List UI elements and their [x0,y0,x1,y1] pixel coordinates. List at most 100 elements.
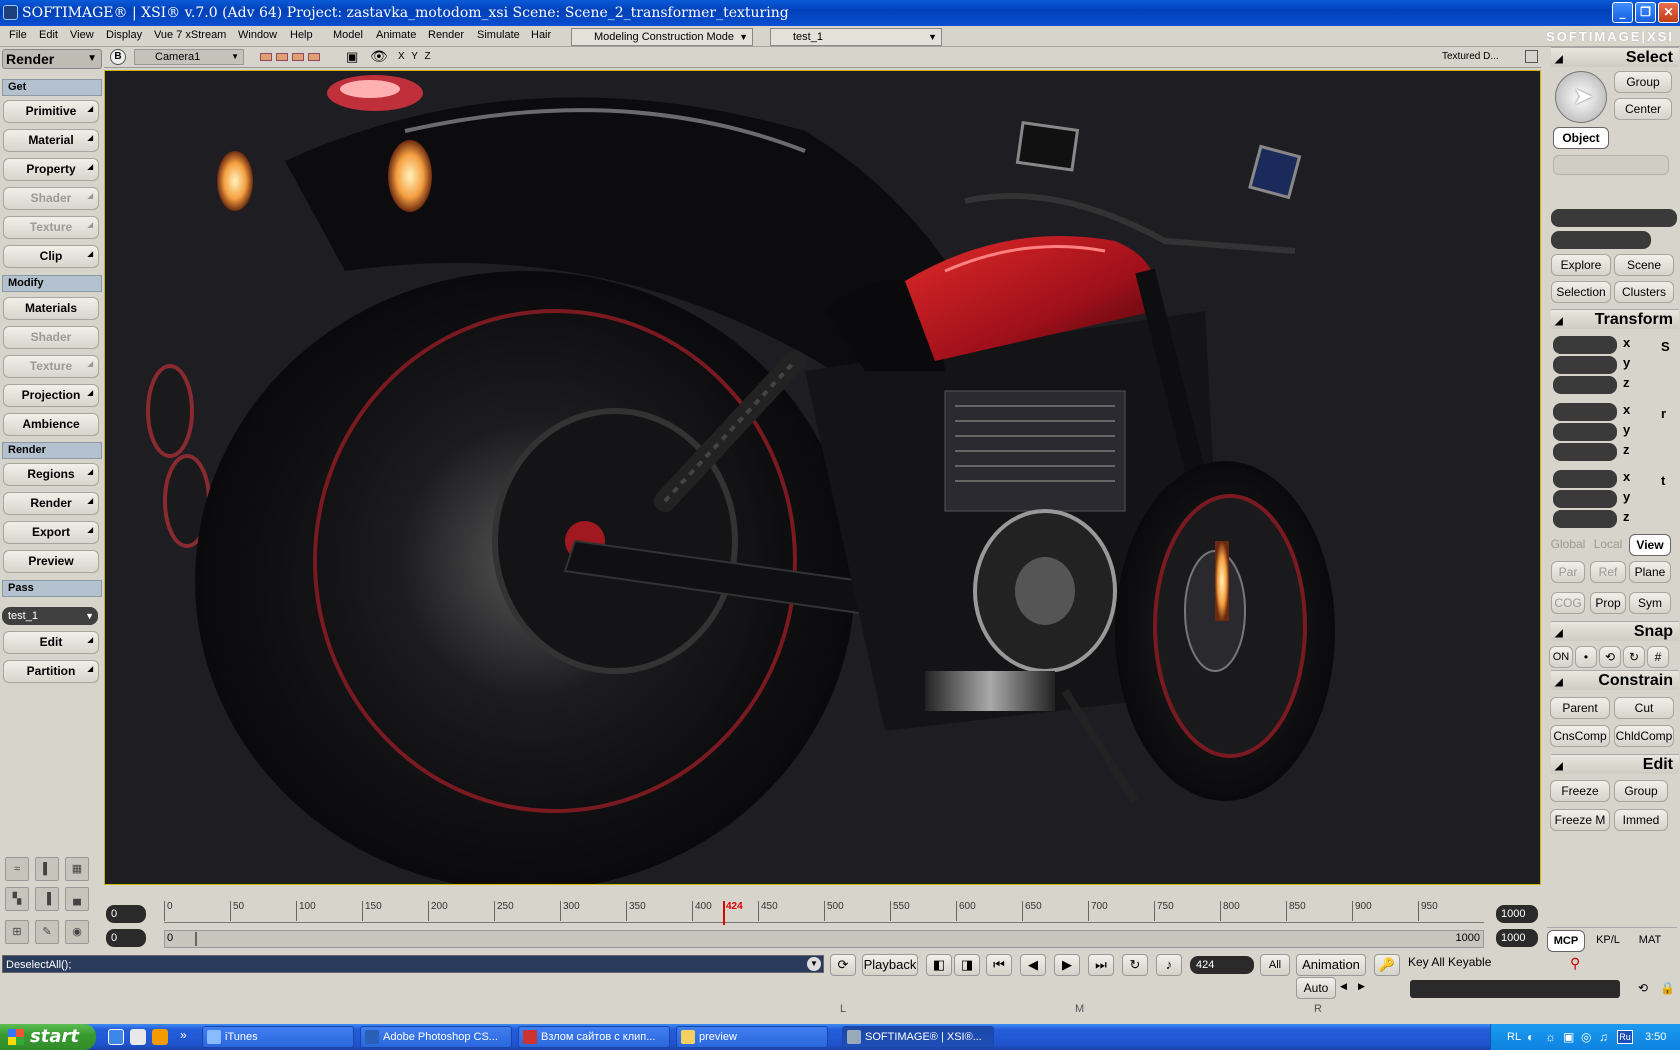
timeline-end2-field[interactable]: 1000 [1496,929,1538,947]
chevron-down-icon[interactable]: ▼ [807,957,821,971]
start-button[interactable]: start [0,1024,96,1050]
menu-model[interactable]: Model [333,29,363,41]
animation-menu[interactable]: Animation [1296,954,1366,976]
snap-on-button[interactable]: ON [1549,646,1573,668]
tray-icon[interactable]: ☼ [1545,1024,1556,1050]
restore-button[interactable]: ❐ [1635,2,1656,23]
last-frame-icon[interactable]: ⏭ [1088,954,1114,976]
current-frame-marker[interactable]: 424 [723,901,743,925]
lang-indicator[interactable]: RL [1507,1024,1521,1050]
tool-wrench-icon[interactable]: ✎ [35,920,59,944]
explore-button[interactable]: Explore [1551,254,1611,276]
menu-view[interactable]: View [70,29,94,41]
view-toggle-icon[interactable] [292,53,304,61]
menu-simulate[interactable]: Simulate [477,29,520,41]
cnscomp-button[interactable]: CnsComp [1550,725,1610,747]
snap-grid-icon[interactable]: # [1647,646,1669,668]
freeze-button[interactable]: Freeze [1550,780,1610,802]
select-arrow-icon[interactable]: ➤ [1555,71,1607,123]
freeze-m-button[interactable]: Freeze M [1550,809,1610,831]
layout-corner-icon[interactable]: ▚ [5,887,29,911]
select-header[interactable]: ◢ Select [1551,47,1679,67]
material-button[interactable]: Material ◢ [3,129,99,152]
viewport[interactable]: ▼ ✕ [104,70,1541,885]
snap-header[interactable]: ◢ Snap [1551,621,1679,641]
section-modify[interactable]: Modify [2,275,102,292]
scale-label[interactable]: S [1661,339,1670,354]
pass-edit-button[interactable]: Edit ◢ [3,631,99,654]
pass-selector[interactable]: test_1 ▼ [2,607,98,625]
refresh-icon[interactable]: ⟲ [1638,981,1648,995]
timeline-ruler[interactable]: 0 50 100 150 200 250 300 350 400 450 500… [164,901,1484,925]
task-itunes[interactable]: iTunes [202,1026,354,1048]
translate-z-field[interactable] [1553,510,1617,528]
menu-render[interactable]: Render [428,29,464,41]
menu-file[interactable]: File [9,29,27,41]
timeline-start-field[interactable]: 0 [106,905,146,923]
lock-icon[interactable]: 🔒 [1660,981,1675,995]
current-frame-field[interactable]: 424 [1190,956,1254,974]
illustrator-icon[interactable] [152,1029,168,1045]
layout-graph-icon[interactable]: ≈ [5,857,29,881]
transform-header[interactable]: ◢ Transform [1551,309,1679,329]
play-backward-icon[interactable]: ◀ [1020,954,1046,976]
auto-key-button[interactable]: Auto [1296,977,1336,999]
prop-button[interactable]: Prop [1590,592,1626,614]
module-selector[interactable]: Render ▼ [2,49,102,69]
property-button[interactable]: Property ◢ [3,158,99,181]
ie-icon[interactable] [108,1029,124,1045]
materials-button[interactable]: Materials [3,297,99,320]
key-icon[interactable]: 🔑 [1374,954,1400,976]
keying-set-field[interactable] [1410,980,1620,998]
translate-x-field[interactable] [1553,470,1617,488]
selection-filter-field[interactable] [1551,231,1651,249]
range-start-field[interactable]: 0 [106,929,146,947]
axes-label[interactable]: X Y Z [398,51,433,62]
menu-vue[interactable]: Vue 7 xStream [154,29,226,41]
immed-button[interactable]: Immed [1614,809,1668,831]
display-mode[interactable]: Textured D... [1442,51,1499,62]
playback-menu[interactable]: Playback [862,954,918,976]
rotate-z-field[interactable] [1553,443,1617,461]
global-button[interactable]: Global [1549,534,1587,556]
clip-button[interactable]: Clip ◢ [3,245,99,268]
projection-button[interactable]: Projection ◢ [3,384,99,407]
object-button[interactable]: Object [1553,127,1609,149]
quicklaunch-more-icon[interactable]: » [180,1028,187,1042]
rotate-x-field[interactable] [1553,403,1617,421]
ref-button[interactable]: Ref [1590,561,1626,583]
translate-label[interactable]: t [1661,473,1665,488]
rotate-y-field[interactable] [1553,423,1617,441]
export-button[interactable]: Export ◢ [3,521,99,544]
section-render[interactable]: Render [2,442,102,459]
scale-z-field[interactable] [1553,376,1617,394]
section-get[interactable]: Get [2,79,102,96]
prev-frame-icon[interactable]: ◧ [926,954,952,976]
key-all-keyable-label[interactable]: Key All Keyable [1408,955,1491,969]
menu-window[interactable]: Window [238,29,277,41]
local-button[interactable]: Local [1590,534,1626,556]
loop-icon[interactable]: ↻ [1122,954,1148,976]
all-button[interactable]: All [1260,954,1290,976]
menu-display[interactable]: Display [106,29,142,41]
snap-curve-icon[interactable]: ⟲ [1599,646,1621,668]
selection-filter[interactable] [1553,155,1669,175]
rotate-label[interactable]: r [1661,406,1666,421]
preview-button[interactable]: Preview [3,550,99,573]
scale-y-field[interactable] [1553,356,1617,374]
layout-vertical-icon[interactable]: ▐ [35,887,59,911]
browser-icon[interactable] [130,1029,146,1045]
viewport-letter[interactable]: B [110,49,126,65]
camera-selector[interactable]: Camera1 ▼ [134,49,244,65]
snap-point-icon[interactable]: • [1575,646,1597,668]
menu-animate[interactable]: Animate [376,29,416,41]
minimize-button[interactable]: _ [1612,2,1633,23]
plane-button[interactable]: Plane [1629,561,1671,583]
tab-mat[interactable]: MAT [1631,930,1669,952]
keyframe-icon[interactable]: ⚲ [1570,955,1594,975]
tool-select-icon[interactable]: ⊞ [5,920,29,944]
camera-icon[interactable]: ▣ [346,49,358,65]
render-button[interactable]: Render ◢ [3,492,99,515]
audio-icon[interactable]: ♪ [1156,954,1182,976]
clusters-button[interactable]: Clusters [1614,281,1674,303]
